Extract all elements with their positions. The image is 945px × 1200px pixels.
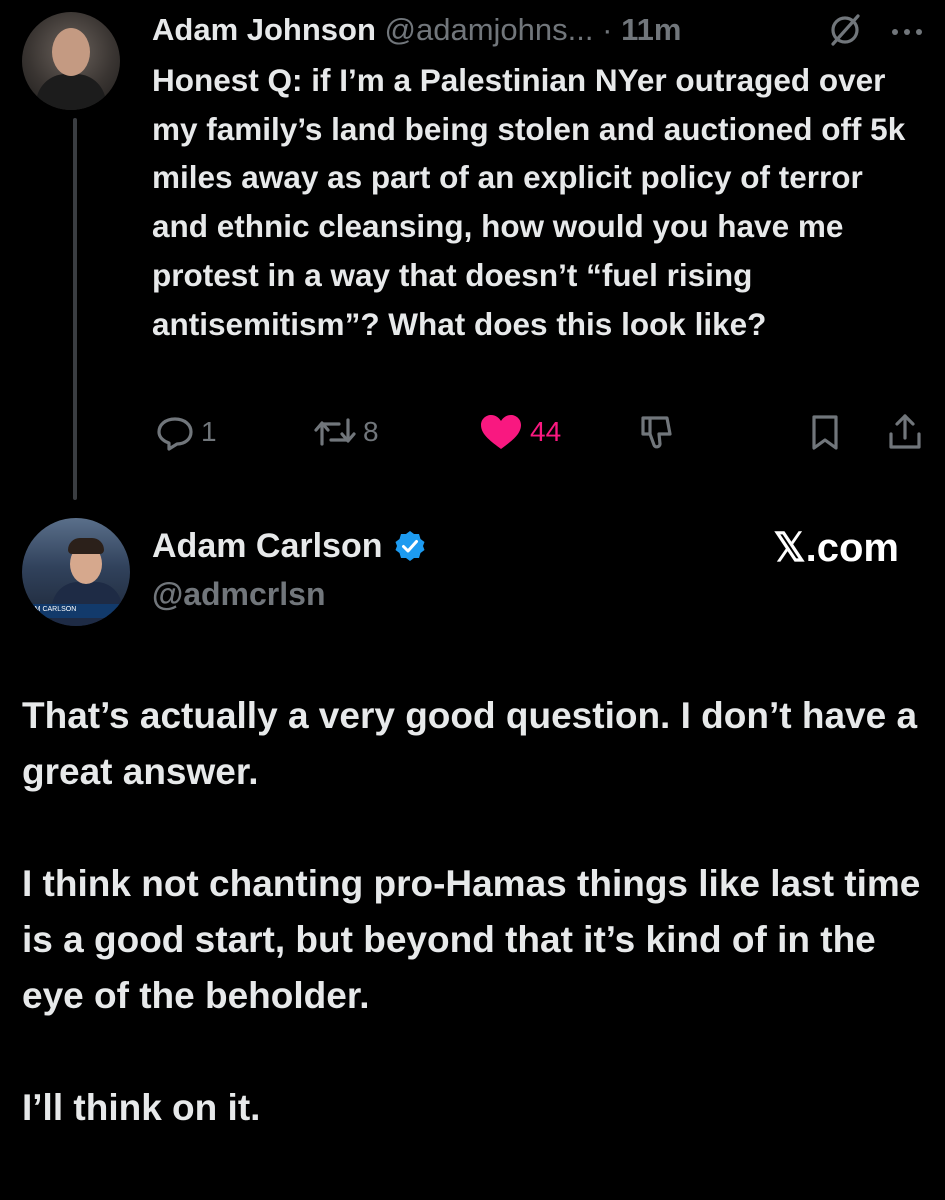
like-button[interactable]: 44 xyxy=(478,410,561,454)
avatar[interactable]: AM CARLSON xyxy=(22,518,130,626)
author-handle[interactable]: @admcrlsn xyxy=(152,570,325,618)
avatar-figure xyxy=(36,74,106,110)
bookmark-button[interactable] xyxy=(805,410,845,454)
avatar-chyron: AM CARLSON xyxy=(22,604,130,618)
thread-connector-line xyxy=(73,118,77,500)
bookmark-icon xyxy=(805,412,845,452)
share-icon xyxy=(885,412,925,452)
author-name[interactable]: Adam Johnson xyxy=(152,12,376,47)
action-bar: 1 8 44 xyxy=(155,410,925,454)
reply-count: 1 xyxy=(201,416,217,447)
like-count: 44 xyxy=(530,416,562,447)
more-icon[interactable] xyxy=(889,10,925,50)
author-name-row: Adam Carlson xyxy=(152,522,427,570)
grok-slash-icon[interactable] xyxy=(825,10,865,50)
x-logo-watermark: 𝕏.com xyxy=(773,526,899,570)
timestamp[interactable]: 11m xyxy=(621,12,681,47)
heart-icon xyxy=(478,412,524,452)
tweet-header: Adam Johnson @adamjohns... · 11m xyxy=(152,8,925,52)
tweet-paragraph: That’s actually a very good question. I … xyxy=(22,695,918,792)
repost-icon xyxy=(313,412,357,452)
share-button[interactable] xyxy=(885,410,925,454)
tweet-text: Honest Q: if I’m a Palestinian NYer outr… xyxy=(152,62,906,342)
header-icons xyxy=(825,8,925,52)
separator-dot: · xyxy=(602,12,613,47)
tweet-paragraph: I’ll think on it. xyxy=(22,1087,261,1128)
avatar-caption: AM CARLSON xyxy=(30,606,77,613)
repost-count: 8 xyxy=(363,416,379,447)
reply-button[interactable]: 1 xyxy=(155,410,217,454)
avatar-hair xyxy=(68,538,104,554)
tweet-text: That’s actually a very good question. I … xyxy=(22,688,927,1136)
author-handle[interactable]: @adamjohns... xyxy=(385,12,594,47)
tweet-paragraph: I think not chanting pro-Hamas things li… xyxy=(22,863,921,1016)
dislike-icon xyxy=(637,412,677,452)
avatar[interactable] xyxy=(22,12,120,110)
avatar-face xyxy=(52,28,90,76)
parent-tweet: Adam Johnson @adamjohns... · 11m Honest … xyxy=(0,0,945,500)
verified-badge-icon xyxy=(393,529,427,563)
dislike-button[interactable] xyxy=(637,410,677,454)
reply-icon xyxy=(155,412,195,452)
repost-button[interactable]: 8 xyxy=(313,410,379,454)
author-name[interactable]: Adam Carlson xyxy=(152,522,383,570)
